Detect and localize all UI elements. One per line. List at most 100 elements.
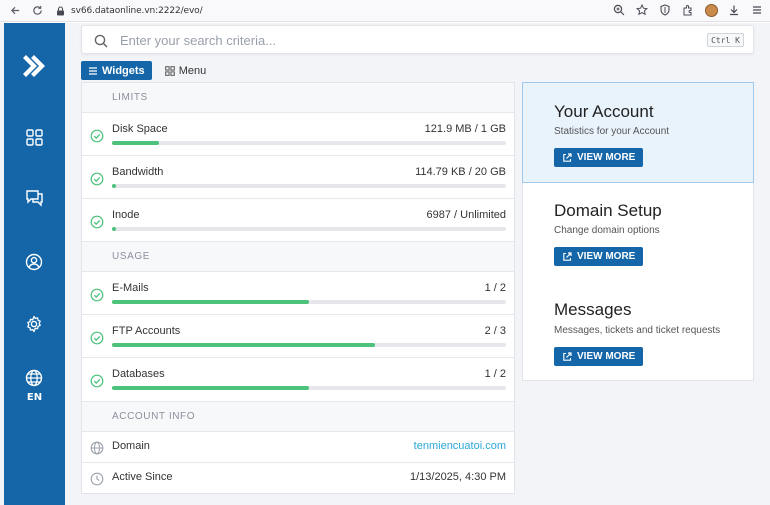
shield-icon[interactable]	[658, 3, 672, 17]
sidebar: EN	[4, 23, 65, 505]
usage-row-ftp-accounts: FTP Accounts 2 / 3	[82, 315, 514, 358]
check-circle-icon	[90, 287, 104, 306]
progress-fill	[112, 141, 160, 145]
domain-link[interactable]: tenmiencuatoi.com	[414, 440, 506, 452]
extensions-icon[interactable]	[681, 3, 695, 17]
page: EN Ctrl K Widgets Menu	[0, 23, 770, 505]
shortcut-hint: Ctrl K	[707, 33, 744, 47]
usage-row-databases: Databases 1 / 2	[82, 358, 514, 402]
row-label: E-Mails	[112, 282, 149, 294]
button-label: VIEW MORE	[577, 152, 636, 163]
browser-toolbar: sv66.dataonline.vn:2222/evo/	[0, 0, 770, 22]
resource-panel: LIMITS Disk Space 121.9 MB / 1 GB Bandwi…	[81, 82, 515, 494]
dashboard-grid-icon[interactable]	[24, 127, 44, 147]
progress-bar	[112, 141, 506, 145]
clock-icon	[90, 471, 104, 490]
external-link-icon	[562, 251, 573, 262]
hamburger-menu-icon[interactable]	[750, 3, 764, 17]
check-circle-icon	[90, 171, 104, 190]
card-your-account: Your Account Statistics for your Account…	[522, 82, 754, 183]
row-value: 121.9 MB / 1 GB	[424, 123, 506, 135]
row-label: Disk Space	[112, 123, 168, 135]
messages-chat-icon[interactable]	[24, 188, 44, 208]
card-title: Your Account	[554, 102, 654, 121]
row-label: Domain	[112, 440, 150, 452]
search-icon	[94, 33, 108, 52]
grid-icon	[164, 65, 175, 76]
tab-widgets-label: Widgets	[102, 64, 145, 77]
button-label: VIEW MORE	[577, 251, 636, 262]
progress-fill	[112, 386, 309, 390]
progress-bar	[112, 227, 506, 231]
reload-icon[interactable]	[30, 4, 44, 18]
card-subtitle: Messages, tickets and ticket requests	[554, 325, 721, 336]
info-row-active-since: Active Since 1/13/2025, 4:30 PM	[82, 463, 514, 494]
progress-bar	[112, 386, 506, 390]
download-icon[interactable]	[727, 3, 741, 17]
globe-icon	[90, 440, 104, 459]
check-circle-icon	[90, 373, 104, 392]
tab-menu[interactable]: Menu	[158, 61, 214, 80]
button-label: VIEW MORE	[577, 351, 636, 362]
tab-widgets[interactable]: Widgets	[81, 61, 152, 80]
card-title: Domain Setup	[554, 201, 662, 220]
progress-fill	[112, 300, 309, 304]
row-label: Databases	[112, 368, 165, 380]
card-subtitle: Statistics for your Account	[554, 126, 670, 137]
usage-row-emails: E-Mails 1 / 2	[82, 272, 514, 315]
view-tabs: Widgets Menu	[81, 61, 213, 80]
user-account-icon[interactable]	[24, 252, 44, 272]
profile-avatar-icon[interactable]	[704, 3, 718, 17]
row-value: 6987 / Unlimited	[426, 209, 507, 221]
directadmin-logo-icon[interactable]	[20, 51, 50, 81]
row-label: Active Since	[112, 471, 173, 483]
progress-bar	[112, 300, 506, 304]
progress-bar	[112, 343, 506, 347]
shortcut-cards-panel: Your Account Statistics for your Account…	[522, 82, 754, 381]
row-value: 1 / 2	[484, 368, 506, 380]
star-icon[interactable]	[635, 3, 649, 17]
info-row-domain: Domain tenmiencuatoi.com	[82, 432, 514, 463]
row-label: FTP Accounts	[112, 325, 181, 337]
language-label[interactable]: EN	[4, 392, 65, 403]
progress-fill	[112, 343, 375, 347]
settings-gear-icon[interactable]	[24, 314, 44, 334]
view-more-button[interactable]: VIEW MORE	[554, 347, 644, 366]
limit-row-inode: Inode 6987 / Unlimited	[82, 199, 514, 242]
progress-fill	[112, 184, 116, 188]
progress-bar	[112, 184, 506, 188]
address-bar[interactable]: sv66.dataonline.vn:2222/evo/	[56, 0, 203, 22]
check-circle-icon	[90, 128, 104, 147]
external-link-icon	[562, 351, 573, 362]
card-subtitle: Change domain options	[554, 225, 660, 236]
row-label: Inode	[112, 209, 140, 221]
list-icon	[88, 66, 98, 76]
limit-row-bandwidth: Bandwidth 114.79 KB / 20 GB	[82, 156, 514, 199]
lock-icon	[56, 1, 65, 20]
search-input[interactable]	[120, 30, 680, 50]
view-more-button[interactable]: VIEW MORE	[554, 247, 644, 266]
card-messages: Messages Messages, tickets and ticket re…	[523, 282, 753, 381]
main-content: Ctrl K Widgets Menu LIMITS Disk Space	[65, 23, 770, 505]
row-value: 1/13/2025, 4:30 PM	[409, 471, 506, 483]
check-circle-icon	[90, 214, 104, 233]
view-more-button[interactable]: VIEW MORE	[554, 148, 644, 167]
row-value: 1 / 2	[484, 282, 506, 294]
limit-row-disk-space: Disk Space 121.9 MB / 1 GB	[82, 113, 514, 156]
back-icon[interactable]	[8, 4, 22, 18]
zoom-icon[interactable]	[612, 3, 626, 17]
row-value: 2 / 3	[484, 325, 506, 337]
check-circle-icon	[90, 330, 104, 349]
search-bar[interactable]: Ctrl K	[81, 25, 754, 54]
account-info-heading: ACCOUNT INFO	[82, 402, 514, 432]
external-link-icon	[562, 152, 573, 163]
tab-menu-label: Menu	[178, 64, 207, 77]
language-globe-icon[interactable]	[24, 368, 44, 388]
card-domain-setup: Domain Setup Change domain options VIEW …	[523, 183, 753, 282]
card-title: Messages	[554, 300, 632, 319]
row-label: Bandwidth	[112, 166, 164, 178]
progress-fill	[112, 227, 116, 231]
limits-heading: LIMITS	[82, 83, 514, 113]
url-text[interactable]: sv66.dataonline.vn:2222/evo/	[71, 6, 203, 16]
row-value: 114.79 KB / 20 GB	[415, 166, 506, 178]
